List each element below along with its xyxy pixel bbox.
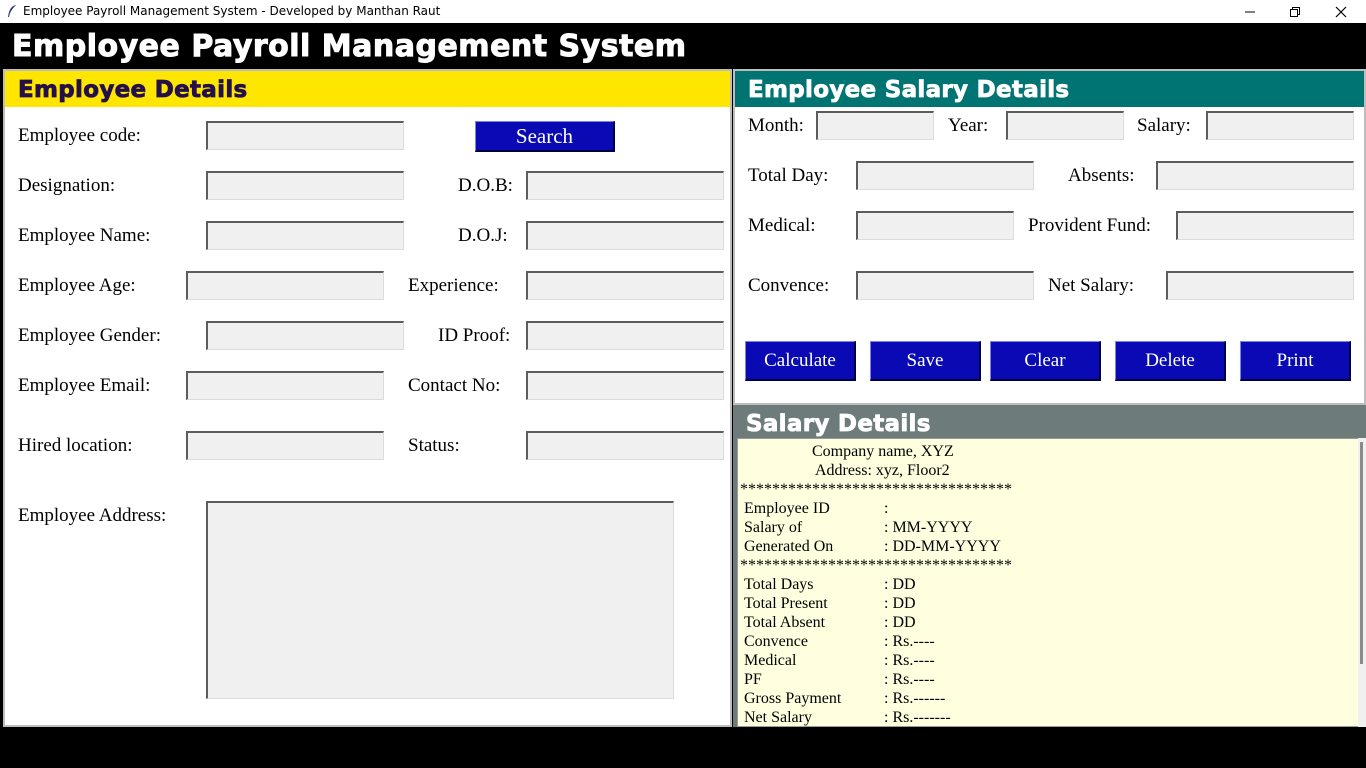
minimize-icon [1245,11,1255,12]
clear-button[interactable]: Clear [990,341,1101,381]
slip-salary-of-label: Salary of [744,519,803,536]
employee-details-heading: Employee Details [5,71,730,107]
id-proof-input[interactable] [526,321,724,350]
slip-net-label: Net Salary [744,709,812,726]
search-button[interactable]: Search [475,121,615,152]
experience-label: Experience: [408,275,499,296]
experience-input[interactable] [526,271,724,300]
salary-slip-panel: Salary Details Company name, XYZ Address… [733,405,1366,727]
month-label: Month: [748,115,804,136]
slip-gross-label: Gross Payment [744,690,842,707]
employee-email-input[interactable] [186,371,384,400]
slip-net-value: : Rs.------- [884,709,951,726]
slip-convence-label: Convence [744,633,808,650]
slip-separator-top: ********************************** [740,481,1012,498]
slip-pf-label: PF [744,671,762,688]
total-day-input[interactable] [856,161,1034,190]
employee-name-input[interactable] [206,221,404,250]
scrollbar-thumb[interactable] [1360,442,1363,664]
employee-name-label: Employee Name: [18,225,151,246]
salary-details-panel: Employee Salary Details Month: Year: Sal… [733,69,1366,405]
close-button[interactable] [1318,0,1364,23]
absents-input[interactable] [1156,161,1354,190]
slip-gross-value: : Rs.------ [884,690,946,707]
slip-medical-label: Medical [744,652,797,669]
feather-icon [8,5,16,17]
restore-button[interactable] [1272,0,1318,23]
dob-input[interactable] [526,171,724,200]
salary-slip-textarea[interactable]: Company name, XYZ Address: xyz, Floor2 *… [737,438,1359,727]
year-label: Year: [948,115,989,136]
employee-code-input[interactable] [206,121,404,150]
id-proof-label: ID Proof: [438,325,511,346]
employee-code-label: Employee code: [18,125,141,146]
close-icon [1335,6,1347,17]
slip-pf-value: : Rs.---- [884,671,935,688]
employee-address-label: Employee Address: [18,505,167,526]
slip-employee-id-value: : [884,500,889,517]
employee-age-label: Employee Age: [18,275,136,296]
designation-input[interactable] [206,171,404,200]
provident-fund-input[interactable] [1176,211,1354,240]
window-title: Employee Payroll Management System - Dev… [23,4,441,18]
contact-no-input[interactable] [526,371,724,400]
convence-label: Convence: [748,275,830,296]
total-day-label: Total Day: [748,165,829,186]
minimize-button[interactable] [1227,0,1273,23]
contact-no-label: Contact No: [408,375,501,396]
net-salary-label: Net Salary: [1048,275,1135,296]
salary-slip-heading: Salary Details [746,411,931,438]
hired-location-input[interactable] [186,431,384,460]
window-title-bar: Employee Payroll Management System - Dev… [0,0,1366,23]
provident-fund-label: Provident Fund: [1028,215,1151,236]
slip-total-days-value: : DD [884,576,916,593]
status-input[interactable] [526,431,724,460]
app-title: Employee Payroll Management System [12,29,687,65]
doj-label: D.O.J: [458,225,508,246]
year-input[interactable] [1006,111,1124,140]
designation-label: Designation: [18,175,116,196]
slip-generated-on-label: Generated On [744,538,834,555]
salary-slip-scrollbar[interactable] [1358,438,1366,727]
slip-company: Company name, XYZ [812,443,954,460]
salary-details-heading: Employee Salary Details [735,71,1364,107]
slip-total-present-label: Total Present [744,595,828,612]
delete-button[interactable]: Delete [1115,341,1226,381]
employee-email-label: Employee Email: [18,375,151,396]
slip-generated-on-value: : DD-MM-YYYY [884,538,1001,555]
employee-age-input[interactable] [186,271,384,300]
doj-input[interactable] [526,221,724,250]
slip-salary-of-value: : MM-YYYY [884,519,973,536]
slip-address: Address: xyz, Floor2 [815,462,950,479]
slip-total-present-value: : DD [884,595,916,612]
slip-convence-value: : Rs.---- [884,633,935,650]
employee-details-panel: Employee Details Employee code: Search D… [3,69,732,727]
salary-label: Salary: [1137,115,1191,136]
employee-gender-label: Employee Gender: [18,325,161,346]
slip-employee-id-label: Employee ID [744,500,830,517]
absents-label: Absents: [1068,165,1135,186]
slip-total-days-label: Total Days [744,576,814,593]
save-button[interactable]: Save [870,341,981,381]
medical-label: Medical: [748,215,816,236]
slip-separator-bottom: ********************************** [740,557,1012,574]
slip-total-absent-value: : DD [884,614,916,631]
status-label: Status: [408,435,460,456]
medical-input[interactable] [856,211,1014,240]
employee-gender-input[interactable] [206,321,404,350]
convence-input[interactable] [856,271,1034,300]
employee-address-textarea[interactable] [206,501,674,699]
print-button[interactable]: Print [1240,341,1351,381]
calculate-button[interactable]: Calculate [745,341,856,381]
app-header: Employee Payroll Management System [0,23,1366,68]
restore-icon [1290,6,1300,17]
salary-input[interactable] [1206,111,1354,140]
hired-location-label: Hired location: [18,435,133,456]
dob-label: D.O.B: [458,175,513,196]
slip-medical-value: : Rs.---- [884,652,935,669]
month-input[interactable] [816,111,934,140]
slip-total-absent-label: Total Absent [744,614,826,631]
net-salary-input[interactable] [1166,271,1354,300]
